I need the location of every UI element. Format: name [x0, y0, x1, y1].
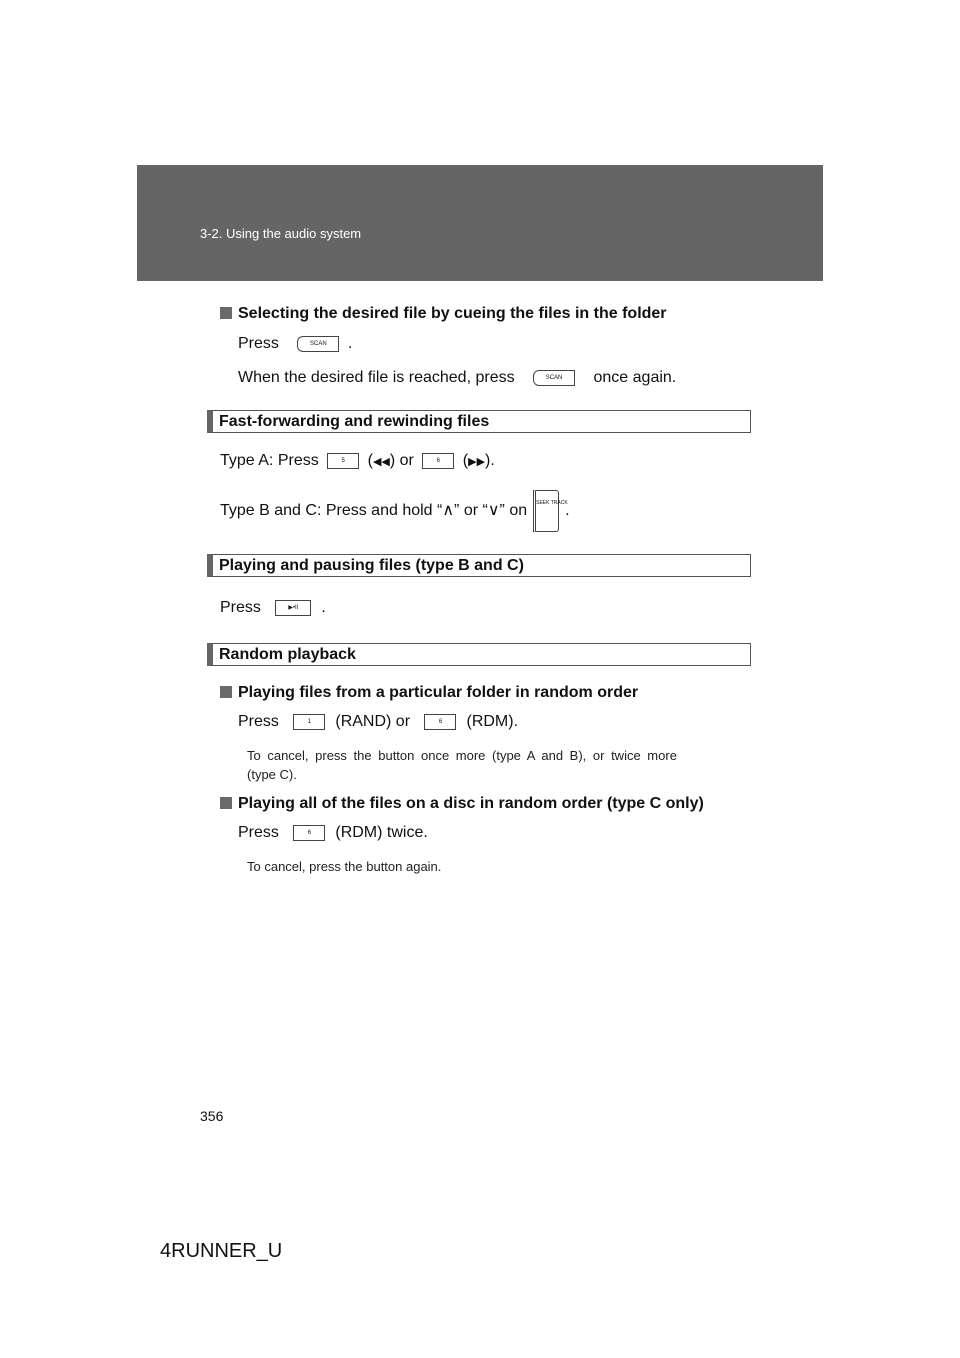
subheading-text: Playing all of the files on a disc in ra…	[238, 795, 704, 812]
section-heading-play-pause: Playing and pausing files (type B and C)	[207, 554, 751, 577]
instruction-line: Press 6 (RDM) twice.	[238, 824, 428, 842]
instruction-line: Press 1 (RAND) or 6 (RDM).	[238, 713, 518, 731]
seek-track-button-icon: SEEK TRACK	[533, 490, 568, 532]
square-bullet-icon	[220, 686, 232, 698]
square-bullet-icon	[220, 307, 232, 319]
section-heading-random: Random playback	[207, 643, 751, 666]
instruction-line: Press SCAN .	[238, 335, 352, 353]
section-heading-fast-forward: Fast-forwarding and rewinding files	[207, 410, 751, 433]
text: Press	[238, 335, 279, 352]
text: When the desired file is reached, press	[238, 369, 515, 386]
note: (type C).	[247, 767, 297, 782]
seek-track-label: SEEK TRACK	[536, 500, 568, 506]
rewind-icon: ◀◀	[372, 456, 390, 468]
page-number: 356	[200, 1108, 224, 1124]
footer-model-code: 4RUNNER_U	[160, 1240, 283, 1262]
header-band	[137, 165, 823, 281]
button-1-icon: 1	[293, 713, 326, 730]
button-6-icon: 6	[424, 713, 457, 730]
subheading-text: Playing files from a particular folder i…	[238, 684, 639, 701]
text: ).	[485, 452, 495, 469]
scan-button-icon: SCAN	[297, 335, 340, 352]
breadcrumb: 3-2. Using the audio system	[200, 226, 362, 241]
instruction-line: When the desired file is reached, press …	[238, 369, 676, 387]
subheading-text: Selecting the desired file by cueing the…	[238, 305, 667, 322]
subheading-disc-random: Playing all of the files on a disc in ra…	[220, 795, 704, 813]
instruction-line: Press ▶•II.	[220, 599, 326, 617]
note: To cancel, press the button once more (t…	[247, 748, 677, 763]
text: (RDM) twice.	[335, 824, 428, 841]
square-bullet-icon	[220, 797, 232, 809]
subheading-cueing: Selecting the desired file by cueing the…	[220, 305, 667, 323]
scan-button-icon: SCAN	[533, 369, 576, 386]
text: (RAND) or	[335, 713, 411, 730]
text: .	[321, 599, 326, 616]
subheading-folder-random: Playing files from a particular folder i…	[220, 684, 638, 702]
text: Type B and C: Press and hold “∧” or “∨” …	[220, 502, 528, 520]
manual-page: 3-2. Using the audio system Selecting th…	[0, 0, 960, 1358]
text: Press	[220, 599, 261, 616]
text: (RDM).	[466, 713, 519, 730]
text: Press	[238, 824, 279, 841]
text: .	[565, 502, 570, 520]
button-5-icon: 5	[327, 452, 360, 469]
text: .	[347, 335, 353, 352]
button-6-icon: 6	[422, 452, 455, 469]
button-6-icon: 6	[293, 824, 326, 841]
note: To cancel, press the button again.	[247, 859, 442, 874]
text: once again.	[593, 369, 677, 386]
text: Type A: Press	[220, 452, 319, 469]
fast-forward-icon: ▶▶	[468, 456, 486, 468]
play-pause-button-icon: ▶•II	[275, 599, 312, 616]
instruction-type-a: Type A: Press 5 (◀◀) or 6 (▶▶).	[220, 452, 495, 470]
instruction-type-bc: Type B and C: Press and hold “∧” or “∨” …	[220, 490, 570, 532]
text: ) or	[389, 452, 414, 469]
text: Press	[238, 713, 279, 730]
